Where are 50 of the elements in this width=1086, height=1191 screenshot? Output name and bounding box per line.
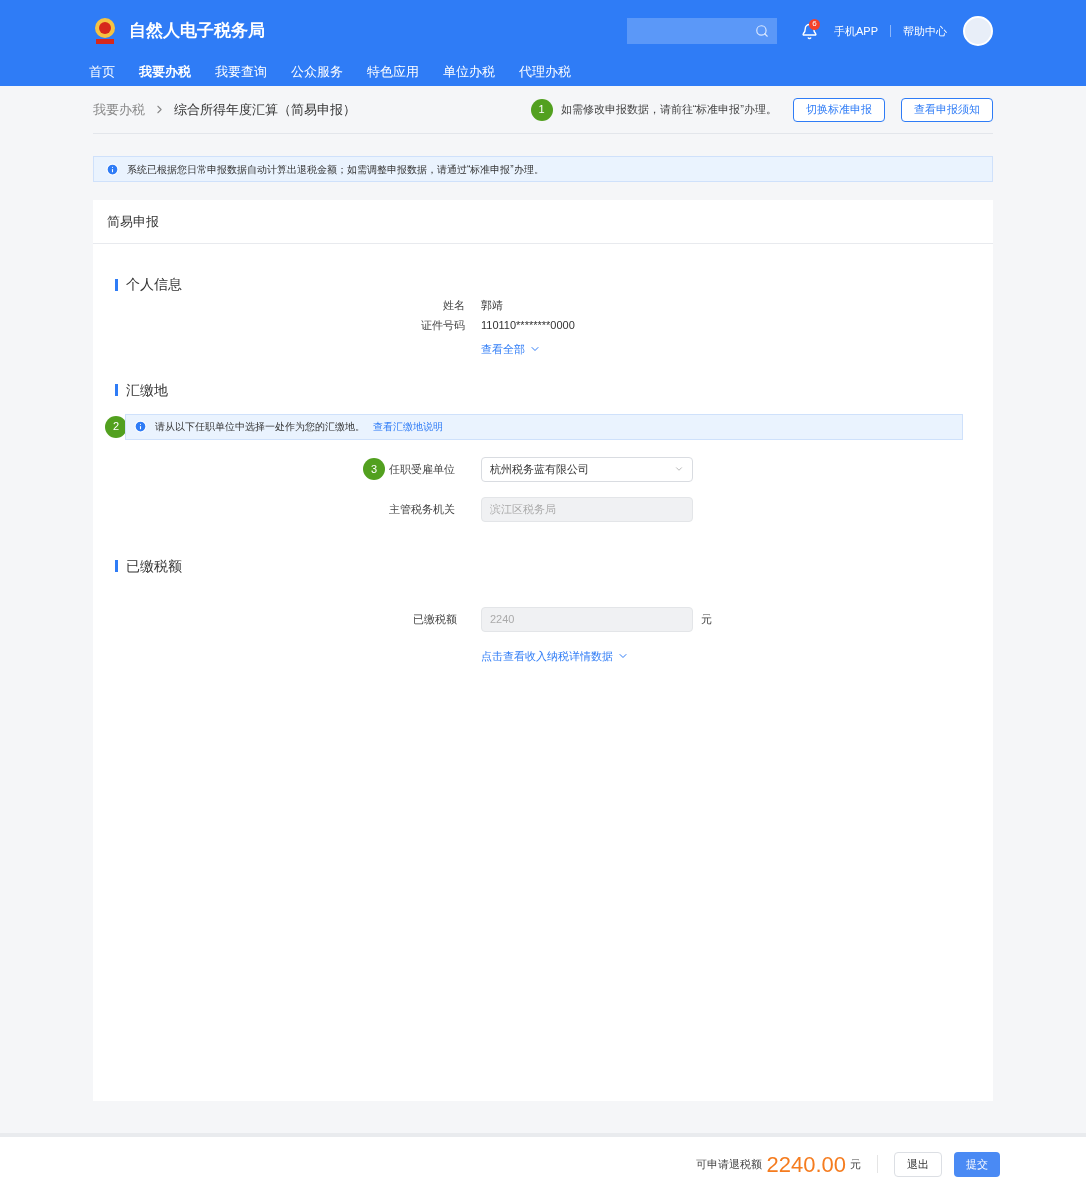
- notice-text: 请从以下任职单位中选择一处作为您的汇缴地。: [155, 420, 365, 434]
- step-badge: 2: [105, 415, 127, 438]
- nav-tab[interactable]: 我要办税: [139, 62, 191, 82]
- section-heading: 汇缴地: [126, 380, 168, 400]
- search-field[interactable]: [627, 18, 777, 44]
- info-icon: [106, 162, 119, 176]
- unit-label: 元: [850, 1156, 861, 1172]
- notification-count: 6: [809, 18, 820, 30]
- step-badge: 3: [363, 458, 385, 480]
- nav-tab[interactable]: 公众服务: [291, 62, 343, 82]
- field-label: 证件号码: [420, 317, 465, 333]
- search-icon: [755, 24, 769, 38]
- nav-tab[interactable]: 单位办税: [443, 62, 495, 82]
- chevron-icon: [674, 464, 684, 474]
- header-link[interactable]: 手机APP: [834, 22, 878, 40]
- action-button[interactable]: 查看申报须知: [901, 97, 993, 122]
- section-heading: 已缴税额: [126, 556, 182, 576]
- section-heading: 个人信息: [126, 275, 182, 294]
- nav-tab[interactable]: 特色应用: [367, 62, 419, 82]
- nav-tab[interactable]: 代理办税: [519, 62, 571, 82]
- emblem-icon: [93, 17, 117, 45]
- site-title: 自然人电子税务局: [129, 20, 265, 43]
- field-label: 姓名: [442, 297, 465, 313]
- header-link[interactable]: 帮助中心: [903, 22, 947, 40]
- field-value: 郭靖: [481, 297, 503, 313]
- info-icon: [134, 420, 147, 433]
- action-button[interactable]: 切换标准申报: [793, 97, 885, 122]
- employer-select[interactable]: 杭州税务蓝有限公司: [481, 456, 693, 482]
- avatar[interactable]: [963, 16, 993, 46]
- refund-label: 可申请退税额: [696, 1156, 763, 1172]
- breadcrumb-current: 综合所得年度汇算（简易申报）: [174, 100, 356, 119]
- nav-tab[interactable]: 首页: [89, 62, 115, 82]
- field-value: 110110********0000: [481, 317, 575, 333]
- field-label: 已缴税额: [412, 611, 457, 627]
- breadcrumb-link[interactable]: 我要办税: [93, 99, 145, 120]
- notice-link[interactable]: 查看汇缴地说明: [373, 419, 443, 434]
- step-badge: 1: [530, 98, 553, 121]
- exit-button[interactable]: 退出: [894, 1151, 942, 1177]
- submit-button[interactable]: 提交: [954, 1151, 1000, 1177]
- nav-tab[interactable]: 我要查询: [215, 62, 267, 82]
- field-label: 任职受雇单位: [389, 461, 455, 477]
- details-link[interactable]: 点击查看收入纳税详情数据: [481, 647, 629, 664]
- unit-label: 元: [701, 611, 712, 627]
- card-title: 简易申报: [107, 212, 159, 231]
- bell-icon[interactable]: [801, 22, 818, 40]
- refund-amount: 2240.00: [766, 1150, 846, 1179]
- notice-text: 系统已根据您日常申报数据自动计算出退税金额；如需调整申报数据，请通过“标准申报”办理。: [127, 162, 544, 177]
- view-all-link[interactable]: 查看全部: [481, 341, 541, 358]
- field-label: 主管税务机关: [388, 501, 455, 517]
- tip-text: 如需修改申报数据，请前往“标准申报”办理。: [560, 102, 777, 118]
